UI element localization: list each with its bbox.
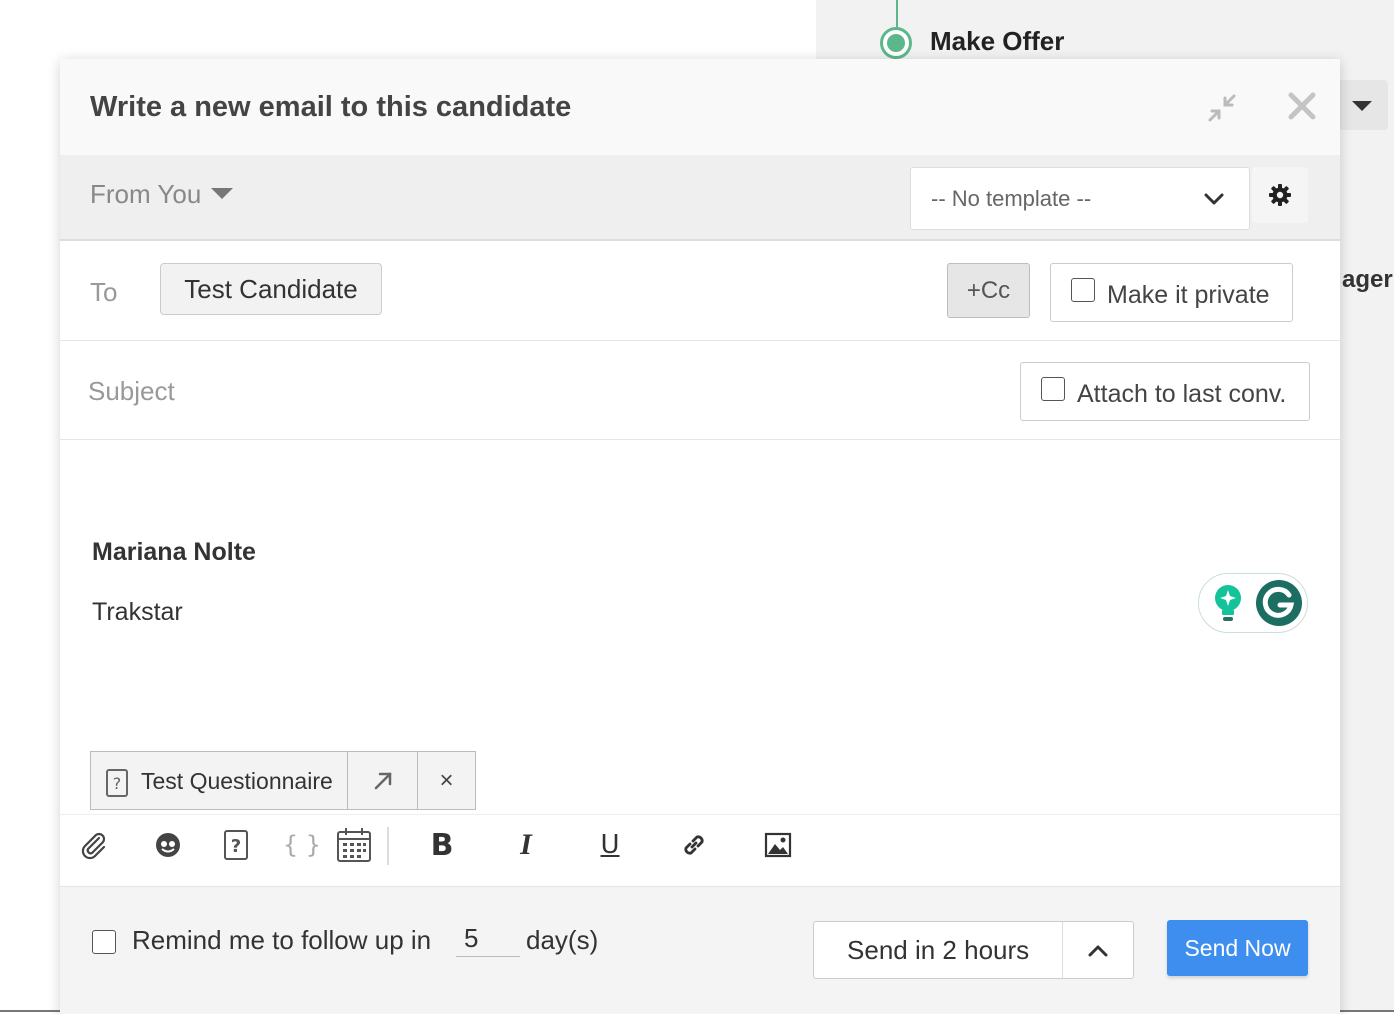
make-private-toggle[interactable]: Make it private [1050, 263, 1293, 322]
modal-title: Write a new email to this candidate [90, 91, 572, 123]
send-later-control: Send in 2 hours [813, 921, 1134, 979]
follow-up-label: Remind me to follow up in [132, 925, 432, 955]
svg-text:?: ? [113, 774, 122, 793]
template-select[interactable]: -- No template -- [910, 167, 1250, 230]
from-label: From You [90, 179, 202, 209]
grammarly-widget[interactable] [1198, 573, 1308, 633]
signature-company: Trakstar [92, 598, 183, 626]
close-icon[interactable] [1286, 90, 1318, 122]
chevron-down-icon [1204, 193, 1224, 205]
attachment-name: Test Questionnaire [141, 768, 333, 794]
background-side-label: ager [1342, 266, 1393, 293]
insert-questionnaire-button[interactable]: ? [216, 825, 256, 865]
compose-footer: Remind me to follow up in day(s) Send in… [60, 886, 1340, 1014]
attach-file-button[interactable] [74, 825, 114, 865]
follow-up-days-input[interactable] [456, 921, 520, 957]
subject-input[interactable] [88, 371, 988, 411]
signature-name: Mariana Nolte [92, 538, 256, 566]
send-now-button[interactable]: Send Now [1167, 920, 1308, 976]
insert-emoji-button[interactable] [148, 825, 188, 865]
follow-up-checkbox[interactable] [92, 930, 116, 954]
insert-image-button[interactable] [758, 825, 798, 865]
recipient-chip[interactable]: Test Candidate [160, 263, 382, 315]
caret-down-icon [211, 187, 234, 199]
image-icon [764, 832, 792, 858]
insert-variable-button[interactable]: { } [282, 825, 322, 865]
open-external-icon [374, 772, 392, 790]
chevron-up-icon [1088, 945, 1108, 957]
emoji-icon [156, 833, 180, 857]
attachment-chip[interactable]: ? Test Questionnaire [91, 752, 348, 809]
grammarly-icon [1256, 580, 1302, 626]
attach-to-last-conv-label: Attach to last conv. [1077, 380, 1287, 408]
from-row: From You -- No template -- [60, 155, 1340, 241]
paperclip-icon [81, 832, 106, 860]
minimize-icon[interactable] [1206, 92, 1238, 124]
to-label: To [90, 277, 118, 307]
bulb-icon [1215, 585, 1241, 621]
subject-row: Attach to last conv. [60, 341, 1340, 440]
make-private-label: Make it private [1107, 281, 1270, 309]
questionnaire-attachment: ? Test Questionnaire × [90, 751, 476, 810]
add-cc-button[interactable]: +Cc [947, 263, 1030, 318]
underline-button[interactable]: U [590, 825, 630, 865]
send-later-button[interactable]: Send in 2 hours [814, 922, 1064, 978]
link-icon [684, 835, 704, 855]
from-selector[interactable]: From You [90, 179, 234, 210]
insert-link-button[interactable] [674, 825, 714, 865]
stage-connector [896, 0, 898, 30]
attachment-remove-button[interactable]: × [418, 752, 475, 809]
stage-label: Make Offer [930, 26, 1065, 56]
questionnaire-icon: ? [106, 769, 128, 797]
template-settings-button[interactable] [1252, 167, 1308, 223]
questionnaire-icon: ? [224, 830, 248, 860]
stage-dropdown-button[interactable] [1340, 80, 1388, 130]
toolbar-separator [387, 827, 389, 865]
formatting-toolbar: ? { } B I U [60, 814, 1340, 886]
svg-text:?: ? [231, 836, 241, 857]
calendar-icon [337, 828, 371, 862]
email-compose-modal: Write a new email to this candidate From… [60, 59, 1340, 1014]
bold-button[interactable]: B [422, 825, 462, 865]
italic-button[interactable]: I [506, 825, 546, 865]
modal-header: Write a new email to this candidate [60, 59, 1340, 155]
send-later-options-button[interactable] [1063, 922, 1133, 978]
gear-icon [1269, 184, 1291, 206]
stage-status-dot [880, 27, 912, 59]
attach-to-last-conv-toggle[interactable]: Attach to last conv. [1020, 362, 1310, 421]
to-row: To Test Candidate +Cc Make it private [60, 243, 1340, 341]
make-private-checkbox[interactable] [1071, 278, 1095, 302]
attach-to-last-conv-checkbox[interactable] [1041, 377, 1065, 401]
template-selected-value: -- No template -- [931, 186, 1092, 211]
attachment-open-button[interactable] [348, 752, 418, 809]
insert-meeting-button[interactable] [334, 825, 374, 865]
follow-up-unit-label: day(s) [526, 925, 599, 955]
email-body-editor[interactable]: Mariana Nolte Trakstar ? Test Questionna… [60, 440, 1340, 814]
